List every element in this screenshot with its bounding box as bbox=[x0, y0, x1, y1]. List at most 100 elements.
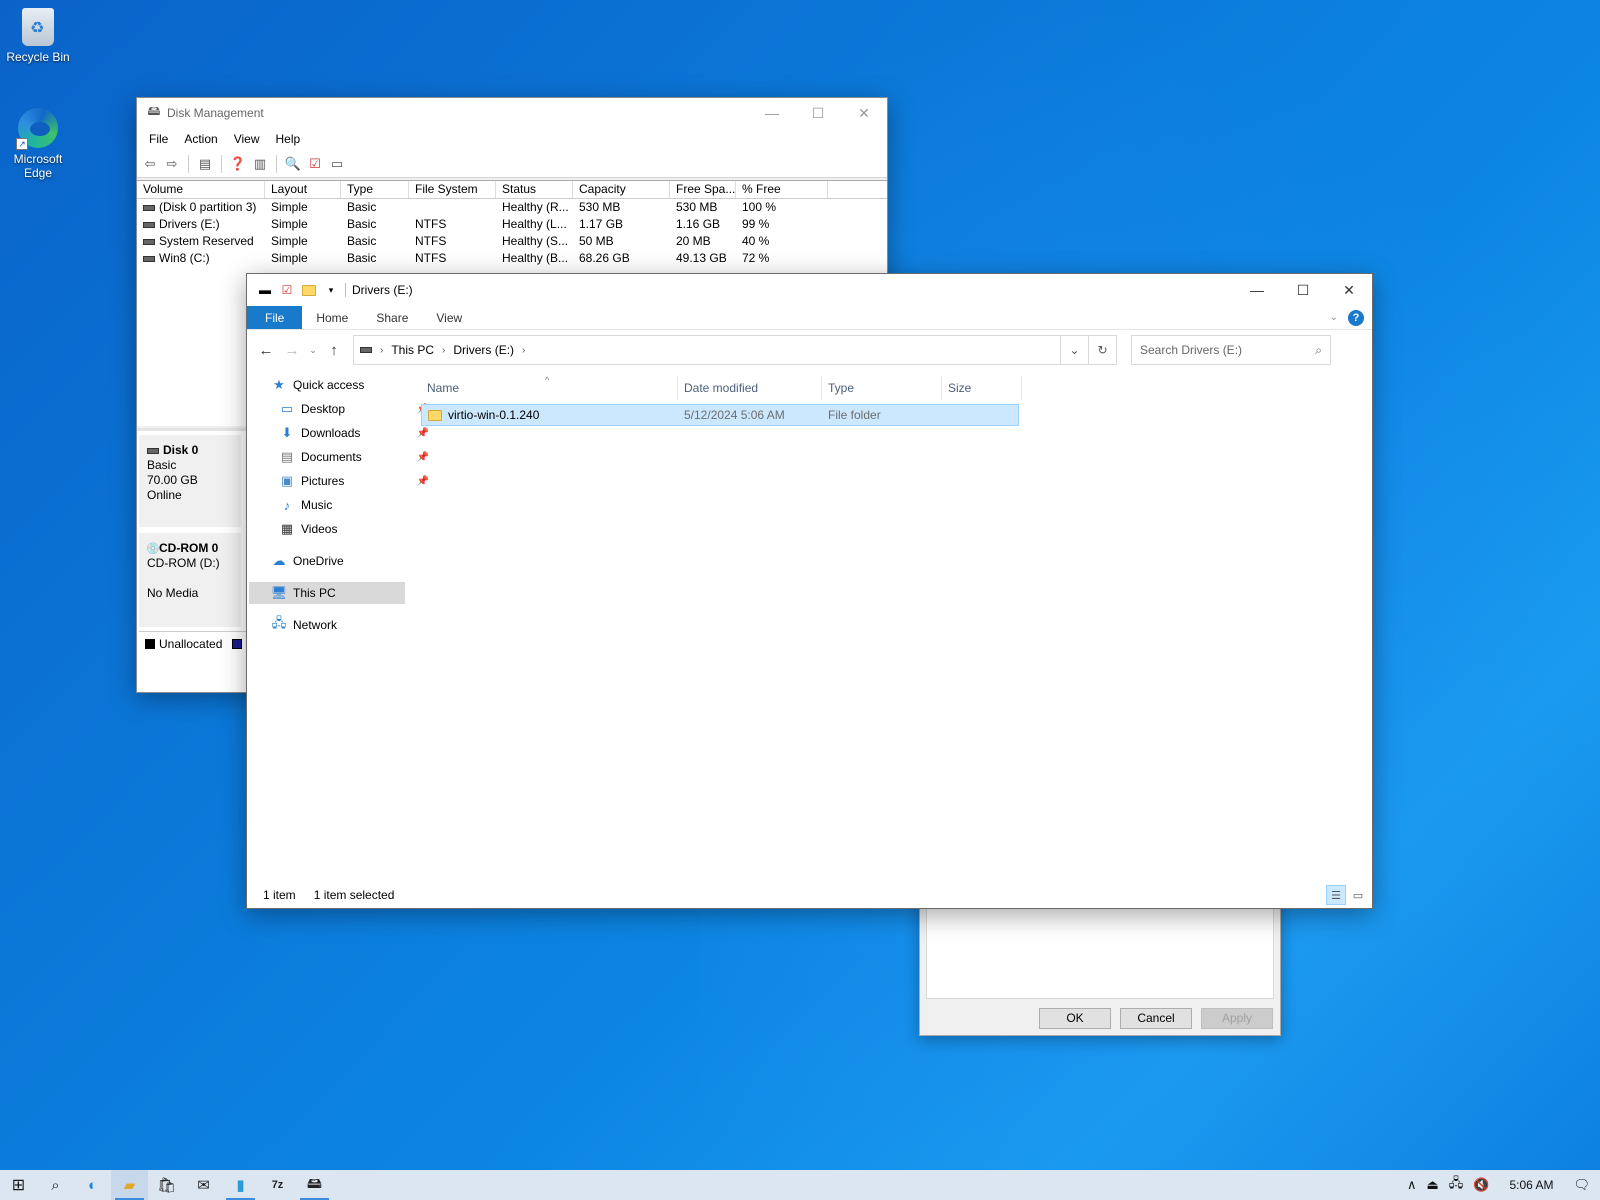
usb-icon[interactable]: ⏏ bbox=[1426, 1177, 1438, 1193]
nav-onedrive[interactable]: ☁ OneDrive bbox=[271, 550, 427, 572]
file-row[interactable]: virtio-win-0.1.240 5/12/2024 5:06 AM Fil… bbox=[421, 404, 1019, 426]
column-type[interactable]: Type bbox=[822, 376, 942, 400]
start-icon[interactable]: ⊞ bbox=[0, 1170, 37, 1200]
volume-cell: Win8 (C:) bbox=[137, 250, 265, 267]
column-header[interactable]: Free Spa... bbox=[670, 181, 736, 198]
customize-quick-access-icon[interactable]: ▾ bbox=[323, 282, 339, 298]
volume-muted-icon[interactable]: 🔇 bbox=[1473, 1177, 1489, 1193]
toolbar: ⇦ ⇨ ▤ ❓ ▥ 🔍 ☑ ▭ bbox=[137, 150, 887, 178]
nav-documents[interactable]: ▤ Documents 📌 bbox=[279, 446, 435, 468]
back-icon[interactable]: ⇦ bbox=[141, 155, 159, 173]
nav-label: Videos bbox=[301, 522, 338, 536]
taskbar: ⊞ ⌕ ◐ ▰ 🛍 ✉ ▮ 7z 🖴 ∧ ⏏ 🖧 🔇 5:06 AM 🗨 bbox=[0, 1170, 1600, 1200]
properties-icon[interactable]: ▭ bbox=[328, 155, 346, 173]
expand-ribbon-icon[interactable]: ⌄ bbox=[1330, 312, 1338, 323]
nav-network[interactable]: 🖧 Network bbox=[271, 614, 427, 636]
nav-videos[interactable]: ▦ Videos bbox=[279, 518, 435, 540]
column-size[interactable]: Size bbox=[942, 376, 1022, 400]
column-header[interactable]: Type bbox=[341, 181, 409, 198]
clock[interactable]: 5:06 AM bbox=[1499, 1178, 1563, 1192]
column-header[interactable]: Capacity bbox=[573, 181, 670, 198]
videos-icon: ▦ bbox=[280, 521, 294, 536]
forward-icon[interactable]: ⇨ bbox=[163, 155, 181, 173]
file-explorer-icon[interactable]: ▰ bbox=[111, 1170, 148, 1200]
volume-row[interactable]: System Reserved Simple Basic NTFS Health… bbox=[137, 233, 887, 250]
legend-swatch-unallocated bbox=[145, 638, 155, 649]
nav-pictures[interactable]: ▣ Pictures 📌 bbox=[279, 470, 435, 492]
apply-button[interactable]: Apply bbox=[1201, 1008, 1273, 1029]
chevron-right-icon[interactable]: › bbox=[380, 345, 383, 356]
maximize-button[interactable]: ☐ bbox=[1280, 274, 1326, 306]
cancel-button[interactable]: Cancel bbox=[1120, 1008, 1192, 1029]
large-icons-view-icon[interactable]: ▭ bbox=[1348, 885, 1368, 905]
7zip-icon[interactable]: 7z bbox=[259, 1170, 296, 1200]
column-header[interactable]: Volume bbox=[137, 181, 265, 198]
column-header[interactable]: % Free bbox=[736, 181, 828, 198]
back-arrow-icon[interactable]: ← bbox=[255, 339, 277, 361]
properties-check-icon[interactable]: ☑ bbox=[279, 282, 295, 298]
menu-help[interactable]: Help bbox=[268, 132, 309, 146]
new-folder-icon[interactable] bbox=[301, 282, 317, 298]
nav-music[interactable]: ♪ Music bbox=[279, 494, 435, 516]
tab-share[interactable]: Share bbox=[362, 306, 422, 329]
menu-file[interactable]: File bbox=[141, 132, 176, 146]
search-icon[interactable]: ⌕ bbox=[37, 1170, 74, 1200]
network-status-icon[interactable]: 🖧 bbox=[1449, 1174, 1464, 1196]
details-view-icon[interactable]: ☰ bbox=[1326, 885, 1346, 905]
volume-name: System Reserved bbox=[159, 234, 254, 248]
minimize-button[interactable]: — bbox=[1234, 274, 1280, 306]
up-arrow-icon[interactable]: ↑ bbox=[323, 339, 345, 361]
breadcrumb-drivers[interactable]: Drivers (E:) bbox=[453, 343, 514, 357]
chevron-right-icon[interactable]: › bbox=[522, 345, 525, 356]
cdrom-0-card[interactable]: 💿CD-ROM 0 CD-ROM (D:) No Media bbox=[139, 533, 241, 627]
column-header[interactable]: File System bbox=[409, 181, 496, 198]
column-header[interactable]: Layout bbox=[265, 181, 341, 198]
menu-action[interactable]: Action bbox=[176, 132, 225, 146]
show-hide-console-tree-icon[interactable]: ▤ bbox=[196, 155, 214, 173]
rescan-icon[interactable]: 🔍 bbox=[284, 155, 302, 173]
nav-downloads[interactable]: ⬇ Downloads 📌 bbox=[279, 422, 435, 444]
tab-file[interactable]: File bbox=[247, 306, 303, 329]
cloud-icon: ☁ bbox=[272, 553, 286, 568]
disk-management-icon[interactable]: 🖴 bbox=[296, 1170, 333, 1200]
close-button[interactable]: ✕ bbox=[841, 98, 887, 128]
tab-view[interactable]: View bbox=[422, 306, 476, 329]
address-dropdown-icon[interactable]: ⌄ bbox=[1060, 336, 1088, 364]
nav-this-pc[interactable]: 🖥 This PC bbox=[249, 582, 405, 604]
edge-icon[interactable]: ◐ bbox=[74, 1170, 111, 1200]
chevron-right-icon[interactable]: › bbox=[442, 345, 445, 356]
column-date-modified[interactable]: Date modified bbox=[678, 376, 822, 400]
action-pane-icon[interactable]: ▥ bbox=[251, 155, 269, 173]
mail-icon[interactable]: ✉ bbox=[185, 1170, 222, 1200]
address-bar[interactable]: › This PC › Drivers (E:) › ⌄ ↻ bbox=[353, 335, 1117, 365]
maximize-button[interactable]: ☐ bbox=[795, 98, 841, 128]
menu-view[interactable]: View bbox=[226, 132, 268, 146]
layout-cell: Simple bbox=[271, 217, 308, 231]
desktop-icon-microsoft-edge[interactable]: ↗ Microsoft Edge bbox=[0, 108, 76, 180]
search-box[interactable]: Search Drivers (E:) ⌕ bbox=[1131, 335, 1331, 365]
volume-row[interactable]: Drivers (E:) Simple Basic NTFS Healthy (… bbox=[137, 216, 887, 233]
check-icon[interactable]: ☑ bbox=[306, 155, 324, 173]
nav-desktop[interactable]: ▭ Desktop 📌 bbox=[279, 398, 435, 420]
show-hidden-icons-icon[interactable]: ∧ bbox=[1407, 1177, 1417, 1193]
column-name[interactable]: ^ Name bbox=[421, 375, 678, 400]
forward-arrow-icon[interactable]: → bbox=[281, 339, 303, 361]
disk-0-card[interactable]: Disk 0 Basic 70.00 GB Online bbox=[139, 435, 241, 527]
refresh-icon[interactable]: ↻ bbox=[1088, 336, 1116, 364]
notepad-icon[interactable]: ▮ bbox=[222, 1170, 259, 1200]
notifications-icon[interactable]: 🗨 bbox=[1573, 1177, 1590, 1193]
volume-row[interactable]: (Disk 0 partition 3) Simple Basic Health… bbox=[137, 199, 887, 216]
desktop-icon-recycle-bin[interactable]: Recycle Bin bbox=[0, 8, 76, 64]
volume-row[interactable]: Win8 (C:) Simple Basic NTFS Healthy (B..… bbox=[137, 250, 887, 267]
store-icon[interactable]: 🛍 bbox=[148, 1170, 185, 1200]
ok-button[interactable]: OK bbox=[1039, 1008, 1111, 1029]
nav-quick-access[interactable]: ★ Quick access bbox=[271, 374, 427, 396]
recent-locations-icon[interactable]: ⌄ bbox=[307, 339, 319, 361]
tab-home[interactable]: Home bbox=[302, 306, 362, 329]
breadcrumb-this-pc[interactable]: This PC bbox=[391, 343, 434, 357]
help-icon[interactable]: ❓ bbox=[229, 155, 247, 173]
close-button[interactable]: ✕ bbox=[1326, 274, 1372, 306]
column-header[interactable]: Status bbox=[496, 181, 573, 198]
minimize-button[interactable]: — bbox=[749, 98, 795, 128]
help-icon[interactable]: ? bbox=[1348, 309, 1364, 326]
